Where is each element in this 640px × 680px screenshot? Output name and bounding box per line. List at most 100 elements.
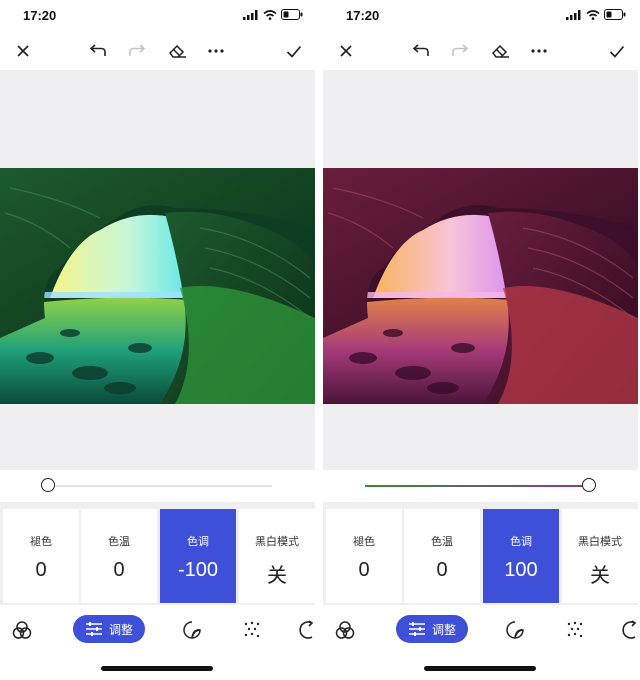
photo-preview[interactable] <box>323 168 638 404</box>
undo-button[interactable] <box>86 40 110 62</box>
filters-icon <box>335 621 355 639</box>
screen-left: 17:20 褪色 0 色温 0 色调 -100 黑白模式 关 调整 <box>0 0 315 680</box>
tool-fade[interactable]: 褪色 0 <box>326 509 402 603</box>
redo-button[interactable] <box>125 40 149 62</box>
sticker-icon <box>183 621 201 639</box>
tool-label: 褪色 <box>30 536 52 548</box>
home-indicator[interactable] <box>424 666 536 671</box>
redo-button[interactable] <box>448 40 472 62</box>
check-icon <box>286 45 302 58</box>
eraser-button[interactable] <box>488 40 512 62</box>
eraser-icon <box>169 44 186 58</box>
photo-image <box>0 168 315 404</box>
home-indicator[interactable] <box>101 666 213 671</box>
nav-sticker[interactable] <box>504 619 526 641</box>
bottom-nav: 调整 <box>323 605 638 680</box>
canvas-area <box>323 70 638 470</box>
filters-icon <box>12 621 32 639</box>
close-button[interactable] <box>11 40 35 62</box>
tool-label: 色调 <box>510 536 532 548</box>
screen-right: 17:20 褪色 0 色温 0 色调 100 黑白模式 关 调整 <box>323 0 638 680</box>
nav-adjust-label: 调整 <box>109 622 134 637</box>
slider-track <box>365 485 589 487</box>
slider-knob[interactable] <box>582 478 596 492</box>
tool-value: 0 <box>436 559 448 581</box>
tool-tint[interactable]: 色调 100 <box>483 509 559 603</box>
eraser-icon <box>492 44 509 58</box>
tool-value: 关 <box>267 565 287 587</box>
tint-slider[interactable] <box>0 470 315 502</box>
tool-fade[interactable]: 褪色 0 <box>3 509 79 603</box>
tool-value: 100 <box>504 559 538 581</box>
tool-value: 0 <box>358 559 370 581</box>
screen-divider <box>315 0 323 680</box>
tool-value: 关 <box>590 565 610 587</box>
tool-label: 黑白模式 <box>578 536 622 548</box>
effects-icon <box>244 621 260 638</box>
nav-filters[interactable] <box>11 619 33 641</box>
signal-icon <box>566 9 581 20</box>
close-button[interactable] <box>334 40 358 62</box>
status-icons <box>566 9 626 20</box>
more-icon <box>531 49 547 53</box>
redo-icon <box>129 44 146 56</box>
wifi-icon <box>263 9 277 20</box>
confirm-button[interactable] <box>282 40 306 62</box>
sticker-icon <box>506 621 524 639</box>
more-button[interactable] <box>204 40 228 62</box>
status-bar: 17:20 <box>0 0 315 32</box>
slider-knob[interactable] <box>41 478 55 492</box>
canvas-area <box>0 70 315 470</box>
nav-sticker[interactable] <box>181 619 203 641</box>
crop-icon <box>299 620 314 639</box>
nav-crop[interactable] <box>297 619 315 641</box>
nav-adjust[interactable]: 调整 <box>73 615 146 643</box>
tool-value: 0 <box>113 559 125 581</box>
tool-temperature[interactable]: 色温 0 <box>81 509 157 603</box>
editor-toolbar <box>0 32 315 70</box>
tool-value: -100 <box>177 559 219 581</box>
status-time: 17:20 <box>346 8 380 23</box>
tool-label: 色调 <box>187 536 209 548</box>
status-time: 17:20 <box>23 8 57 23</box>
tool-label: 色温 <box>108 536 130 548</box>
nav-filters[interactable] <box>334 619 356 641</box>
more-button[interactable] <box>527 40 551 62</box>
status-bar: 17:20 <box>323 0 638 32</box>
close-icon <box>340 45 352 57</box>
signal-icon <box>243 9 258 20</box>
nav-effects[interactable] <box>241 619 263 641</box>
battery-icon <box>281 9 303 20</box>
confirm-button[interactable] <box>605 40 629 62</box>
redo-icon <box>452 44 469 56</box>
effects-icon <box>567 621 583 638</box>
tool-label: 色温 <box>431 536 453 548</box>
tool-bw-mode[interactable]: 黑白模式 关 <box>562 509 638 603</box>
tool-tint[interactable]: 色调 -100 <box>160 509 236 603</box>
crop-icon <box>622 620 637 639</box>
wifi-icon <box>586 9 600 20</box>
adjust-icon <box>86 622 102 636</box>
tool-value: 0 <box>35 559 47 581</box>
status-icons <box>243 9 303 20</box>
battery-icon <box>604 9 626 20</box>
undo-button[interactable] <box>409 40 433 62</box>
tint-slider[interactable] <box>323 470 638 502</box>
adjust-icon <box>409 622 425 636</box>
undo-icon <box>412 44 429 56</box>
check-icon <box>609 45 625 58</box>
tool-temperature[interactable]: 色温 0 <box>404 509 480 603</box>
adjust-tools: 褪色 0 色温 0 色调 100 黑白模式 关 <box>323 503 638 605</box>
nav-adjust-label: 调整 <box>432 622 457 637</box>
photo-preview[interactable] <box>0 168 315 404</box>
slider-track <box>48 485 272 487</box>
adjust-tools: 褪色 0 色温 0 色调 -100 黑白模式 关 <box>0 503 315 605</box>
more-icon <box>208 49 224 53</box>
editor-toolbar <box>323 32 638 70</box>
tool-bw-mode[interactable]: 黑白模式 关 <box>239 509 315 603</box>
nav-crop[interactable] <box>620 619 638 641</box>
bottom-nav: 调整 <box>0 605 315 680</box>
nav-effects[interactable] <box>564 619 586 641</box>
nav-adjust[interactable]: 调整 <box>396 615 469 643</box>
eraser-button[interactable] <box>165 40 189 62</box>
